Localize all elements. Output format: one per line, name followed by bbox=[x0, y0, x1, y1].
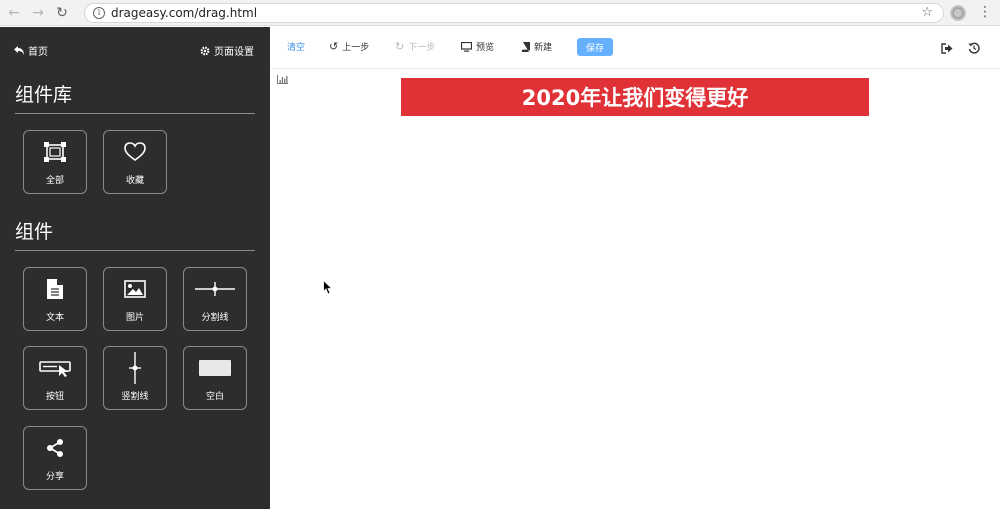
history-icon bbox=[968, 42, 980, 54]
vertical-divider-icon bbox=[129, 351, 141, 384]
mouse-cursor-icon bbox=[323, 280, 333, 295]
clear-button[interactable]: 清空 bbox=[287, 40, 305, 53]
new-button[interactable]: 新建 bbox=[521, 40, 552, 53]
gear-icon bbox=[200, 46, 210, 55]
home-link[interactable]: 首页 bbox=[14, 43, 48, 58]
tile-label: 分享 bbox=[45, 471, 64, 482]
canvas-banner-text[interactable]: 2020年让我们变得更好 bbox=[401, 78, 869, 116]
component-image[interactable]: 图片 bbox=[103, 267, 167, 331]
sidebar: 首页 页面设置 组件库 全部 收藏 组件 文本 图片 分割线 按钮 竖割线 空白… bbox=[0, 27, 270, 509]
component-divider[interactable]: 分割线 bbox=[183, 267, 247, 331]
new-label: 新建 bbox=[534, 43, 553, 53]
tile-label: 按钮 bbox=[45, 391, 64, 402]
library-title: 组件库 bbox=[15, 84, 73, 106]
browser-menu-icon[interactable]: ⋮ bbox=[978, 4, 992, 20]
component-text[interactable]: 文本 bbox=[23, 267, 87, 331]
heart-icon bbox=[124, 141, 146, 161]
settings-label: 页面设置 bbox=[214, 47, 254, 58]
component-vertical-divider[interactable]: 竖割线 bbox=[103, 346, 167, 410]
tile-label: 全部 bbox=[45, 175, 64, 186]
undo-icon: ↺ bbox=[329, 40, 339, 53]
save-button[interactable]: 保存 bbox=[577, 38, 613, 56]
library-item-favorites[interactable]: 收藏 bbox=[103, 130, 167, 194]
editor-toolbar: 清空 ↺ 上一步 ↻ 下一步 预览 新建 保存 bbox=[271, 27, 1000, 69]
address-bar[interactable]: i drageasy.com/drag.html ☆ bbox=[84, 3, 944, 23]
tile-label: 图片 bbox=[125, 312, 144, 323]
bar-chart-icon[interactable] bbox=[277, 75, 288, 84]
document-icon bbox=[47, 278, 63, 299]
frame-icon bbox=[44, 141, 66, 162]
tile-label: 文本 bbox=[45, 312, 64, 323]
library-divider bbox=[15, 113, 255, 114]
undo-label: 上一步 bbox=[342, 43, 370, 53]
url-text[interactable]: drageasy.com/drag.html bbox=[111, 6, 257, 20]
browser-toolbar: ← → ↻ i drageasy.com/drag.html ☆ ⋮ bbox=[0, 0, 1000, 26]
share-icon bbox=[47, 438, 63, 457]
exit-button[interactable] bbox=[941, 39, 953, 58]
undo-button[interactable]: ↺ 上一步 bbox=[329, 40, 369, 53]
clear-label: 清空 bbox=[287, 43, 306, 53]
tile-label: 分割线 bbox=[201, 312, 229, 323]
reload-icon[interactable]: ↻ bbox=[52, 3, 72, 23]
tile-label: 收藏 bbox=[125, 175, 144, 186]
book-icon bbox=[521, 41, 530, 52]
sidebar-header: 首页 页面设置 bbox=[0, 27, 270, 71]
horizontal-divider-icon bbox=[195, 281, 235, 296]
reply-arrow-icon bbox=[14, 46, 24, 55]
preview-label: 预览 bbox=[476, 43, 495, 53]
site-info-icon[interactable]: i bbox=[93, 7, 105, 19]
monitor-icon bbox=[461, 41, 472, 52]
tile-label: 空白 bbox=[205, 391, 224, 402]
redo-button[interactable]: ↻ 下一步 bbox=[395, 40, 435, 53]
redo-icon: ↻ bbox=[395, 40, 405, 53]
component-button[interactable]: 按钮 bbox=[23, 346, 87, 410]
editor-canvas[interactable]: 2020年让我们变得更好 bbox=[271, 70, 1000, 509]
image-icon bbox=[124, 279, 146, 298]
profile-avatar[interactable] bbox=[950, 5, 966, 21]
components-divider bbox=[15, 250, 255, 251]
back-icon[interactable]: ← bbox=[4, 3, 24, 23]
preview-button[interactable]: 预览 bbox=[461, 40, 494, 53]
redo-label: 下一步 bbox=[408, 43, 436, 53]
component-blank[interactable]: 空白 bbox=[183, 346, 247, 410]
sign-out-icon bbox=[941, 43, 953, 54]
tile-label: 竖割线 bbox=[121, 391, 149, 402]
home-label: 首页 bbox=[28, 47, 48, 58]
components-title: 组件 bbox=[15, 221, 54, 243]
page-settings-link[interactable]: 页面设置 bbox=[200, 43, 254, 58]
history-button[interactable] bbox=[968, 39, 980, 58]
button-icon bbox=[39, 360, 71, 377]
library-item-all[interactable]: 全部 bbox=[23, 130, 87, 194]
forward-icon[interactable]: → bbox=[28, 3, 48, 23]
component-share[interactable]: 分享 bbox=[23, 426, 87, 490]
bookmark-star-icon[interactable]: ☆ bbox=[921, 5, 933, 20]
blank-icon bbox=[199, 359, 231, 376]
